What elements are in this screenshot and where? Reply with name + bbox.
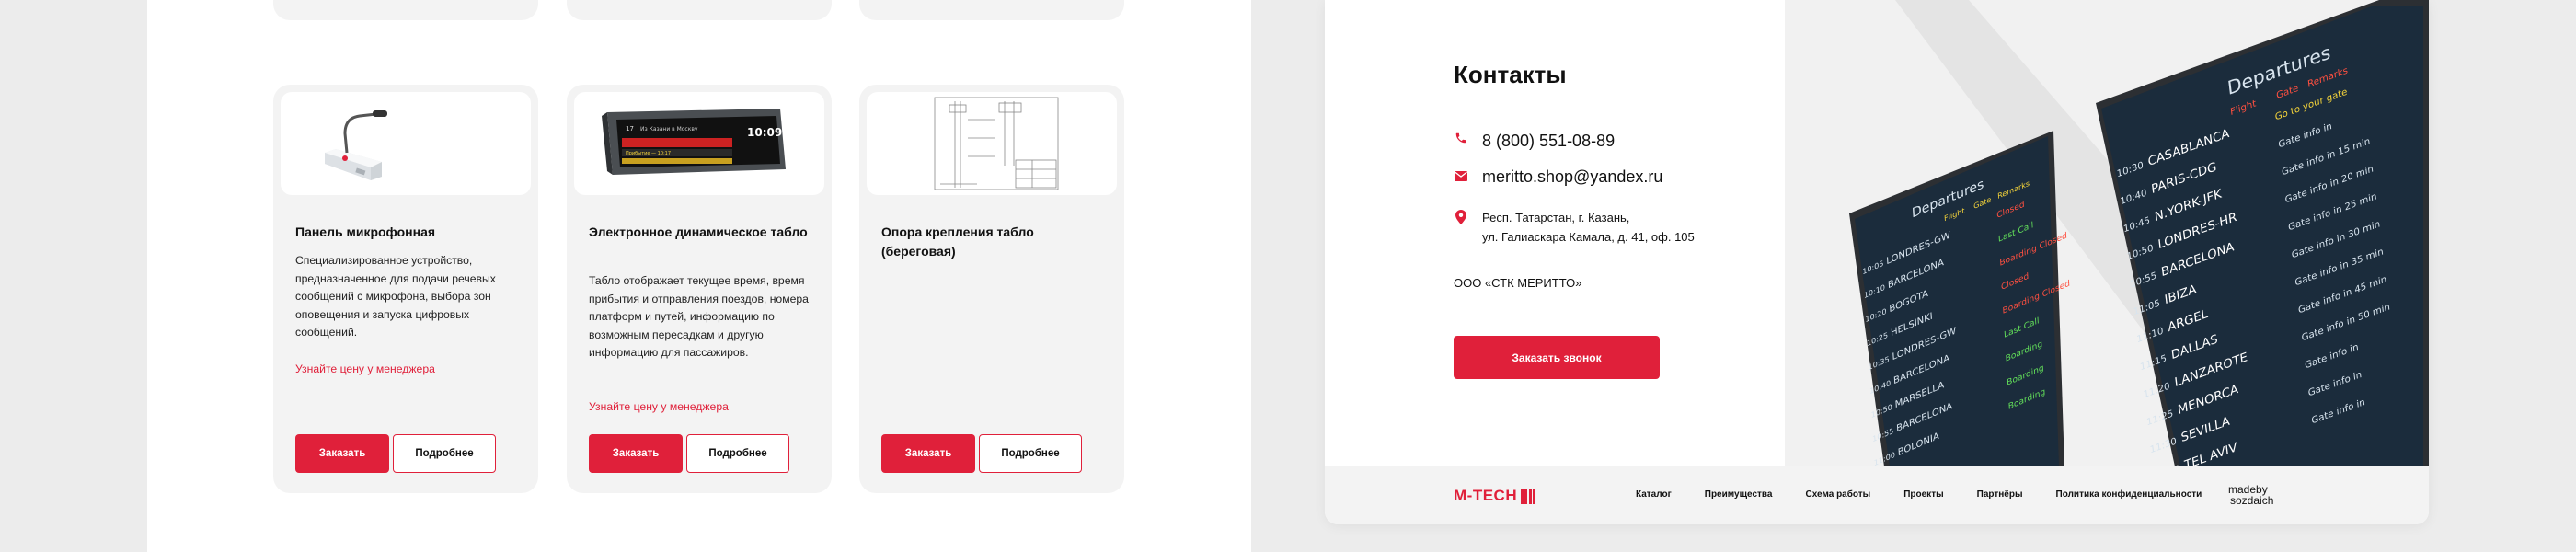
card-stub bbox=[567, 0, 832, 20]
card-title: Опора крепления табло (береговая) bbox=[881, 224, 1034, 259]
footer-link-partners[interactable]: Партнёры bbox=[1977, 489, 2023, 500]
phone-icon bbox=[1454, 132, 1468, 144]
order-button[interactable]: Заказать bbox=[589, 434, 683, 473]
request-call-button[interactable]: Заказать звонок bbox=[1454, 336, 1660, 379]
card-description: Табло отображает текущее время, время пр… bbox=[589, 274, 809, 359]
contact-phone[interactable]: 8 (800) 551-08-89 bbox=[1454, 132, 1615, 151]
led-display-image: 17 Из Казани в Москву 10:09 Прибытие — 1… bbox=[574, 92, 824, 195]
product-card-led-display: 17 Из Казани в Москву 10:09 Прибытие — 1… bbox=[567, 85, 832, 493]
product-card-board-mount: Опора крепления табло (береговая) Заказа… bbox=[859, 85, 1124, 493]
svg-text:17: 17 bbox=[626, 125, 634, 132]
details-button[interactable]: Подробнее bbox=[393, 434, 496, 473]
address-line: Респ. Татарстан, г. Казань, bbox=[1482, 211, 1630, 224]
card-description: Специализированное устройство, предназна… bbox=[295, 254, 496, 339]
card-stub bbox=[273, 0, 538, 20]
price-link[interactable]: Узнайте цену у менеджера bbox=[295, 362, 435, 375]
svg-text:10:09: 10:09 bbox=[747, 126, 782, 139]
location-pin-icon bbox=[1454, 208, 1468, 224]
microphone-panel-image bbox=[281, 92, 531, 195]
contacts-panel: Departures Flight Gate Remarks 10:05 LOND… bbox=[1325, 0, 2429, 524]
card-stub bbox=[859, 0, 1124, 20]
svg-text:Из Казани в Москву: Из Казани в Москву bbox=[640, 126, 698, 132]
phone-number[interactable]: 8 (800) 551-08-89 bbox=[1482, 132, 1615, 151]
card-title: Электронное динамическое табло bbox=[589, 224, 808, 239]
order-button[interactable]: Заказать bbox=[295, 434, 389, 473]
footer-link-advantages[interactable]: Преимущества bbox=[1705, 489, 1773, 500]
madeby-line: sozdaich bbox=[2230, 494, 2274, 507]
price-link[interactable]: Узнайте цену у менеджера bbox=[589, 400, 729, 413]
footer-link-catalog[interactable]: Каталог bbox=[1636, 489, 1672, 500]
madeby-credit[interactable]: madeby sozdaich bbox=[2228, 484, 2273, 506]
email-address[interactable]: meritto.shop@yandex.ru bbox=[1482, 167, 1662, 187]
product-card-microphone-panel: Панель микрофонная Специализированное ус… bbox=[273, 85, 538, 493]
logo-text: M-TECH bbox=[1454, 487, 1518, 504]
departures-board-photo: Departures Flight Gate Remarks 10:05 LOND… bbox=[1785, 0, 2429, 466]
mount-drawing-image bbox=[867, 92, 1117, 195]
footer: M-TECH Каталог Преимущества Схема работы… bbox=[1325, 466, 2429, 524]
company-name: ООО «СТК МЕРИТТО» bbox=[1454, 276, 1582, 290]
contact-email[interactable]: meritto.shop@yandex.ru bbox=[1454, 167, 1662, 187]
catalog-panel: Панель микрофонная Специализированное ус… bbox=[147, 0, 1251, 552]
contacts-title: Контакты bbox=[1454, 61, 1567, 88]
details-button[interactable]: Подробнее bbox=[686, 434, 789, 473]
address-line: ул. Галиаскара Камала, д. 41, оф. 105 bbox=[1482, 230, 1695, 244]
footer-link-projects[interactable]: Проекты bbox=[1903, 489, 1943, 500]
logo-bars-icon bbox=[1519, 488, 1536, 504]
order-button[interactable]: Заказать bbox=[881, 434, 975, 473]
footer-link-privacy[interactable]: Политика конфиденциальности bbox=[2056, 489, 2202, 500]
card-title: Панель микрофонная bbox=[295, 224, 436, 239]
details-button[interactable]: Подробнее bbox=[979, 434, 1082, 473]
svg-text:Прибытие — 10:17: Прибытие — 10:17 bbox=[626, 151, 671, 156]
footer-nav: Каталог Преимущества Схема работы Проект… bbox=[1636, 489, 2235, 500]
contact-address: Респ. Татарстан, г. Казань, ул. Галиаска… bbox=[1454, 208, 1695, 247]
brand-logo[interactable]: M-TECH bbox=[1454, 487, 1536, 505]
footer-link-workflow[interactable]: Схема работы bbox=[1806, 489, 1871, 500]
mail-icon bbox=[1454, 167, 1468, 181]
